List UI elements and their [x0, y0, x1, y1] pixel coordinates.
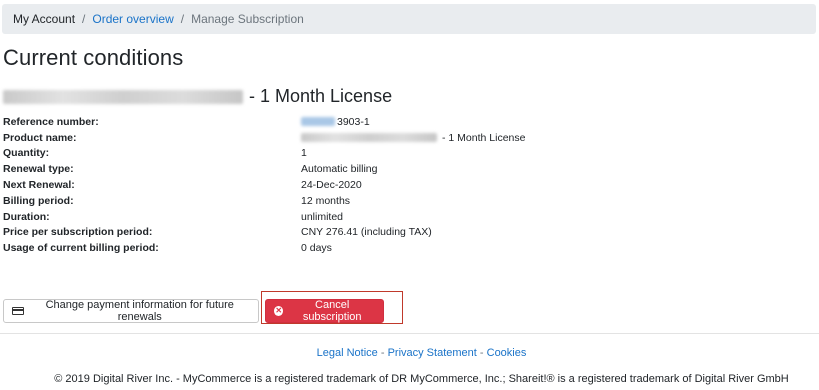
- change-payment-label: Change payment information for future re…: [45, 299, 234, 323]
- detail-label: Usage of current billing period:: [3, 242, 159, 255]
- reference-number-link[interactable]: 3903-1: [301, 116, 370, 128]
- detail-row-billing-period: Billing period: 12 months: [3, 193, 603, 209]
- license-title: - 1 Month License: [3, 86, 392, 107]
- license-title-suffix: - 1 Month License: [249, 86, 393, 106]
- detail-value: - 1 Month License: [442, 131, 526, 144]
- privacy-statement-link[interactable]: Privacy Statement: [388, 347, 477, 359]
- breadcrumb-separator: /: [180, 12, 185, 26]
- detail-value: Automatic billing: [301, 163, 378, 176]
- detail-row-quantity: Quantity: 1: [3, 146, 603, 162]
- detail-label: Reference number:: [3, 115, 99, 128]
- detail-value: CNY 276.41 (including TAX): [301, 226, 432, 239]
- footer-separator: -: [380, 347, 388, 359]
- detail-row-duration: Duration: unlimited: [3, 209, 603, 225]
- detail-label: Renewal type:: [3, 163, 74, 176]
- detail-value: 0 days: [301, 242, 332, 255]
- change-payment-button[interactable]: Change payment information for future re…: [3, 299, 259, 323]
- detail-row-price: Price per subscription period: CNY 276.4…: [3, 225, 603, 241]
- detail-label: Next Renewal:: [3, 179, 75, 192]
- detail-label: Duration:: [3, 210, 50, 223]
- breadcrumb-my-account[interactable]: My Account: [13, 12, 75, 26]
- breadcrumb-order-overview-link[interactable]: Order overview: [92, 12, 173, 26]
- copyright-text: © 2019 Digital River Inc. - MyCommerce i…: [54, 373, 789, 385]
- page-title: Current conditions: [3, 45, 184, 70]
- detail-value: 24-Dec-2020: [301, 179, 362, 192]
- footer-links: Legal Notice - Privacy Statement - Cooki…: [0, 347, 819, 359]
- legal-notice-link[interactable]: Legal Notice: [317, 347, 378, 359]
- redacted-reference-prefix: [301, 117, 335, 127]
- subscription-details: Reference number: 3903-1 Product name: -…: [3, 114, 603, 256]
- detail-value-wrap: - 1 Month License: [301, 132, 525, 144]
- detail-label: Price per subscription period:: [3, 226, 153, 239]
- detail-row-product-name: Product name: - 1 Month License: [3, 130, 603, 146]
- detail-row-usage: Usage of current billing period: 0 days: [3, 240, 603, 256]
- detail-label: Billing period:: [3, 194, 74, 207]
- cancel-subscription-label: Cancel subscription: [302, 299, 362, 323]
- detail-label: Quantity:: [3, 147, 50, 160]
- detail-row-renewal-type: Renewal type: Automatic billing: [3, 161, 603, 177]
- redacted-product-name: [3, 89, 243, 104]
- footer-separator: -: [479, 347, 487, 359]
- detail-row-next-renewal: Next Renewal: 24-Dec-2020: [3, 177, 603, 193]
- breadcrumb-separator: /: [82, 12, 86, 26]
- detail-value: 1: [301, 147, 307, 160]
- times-circle-icon: ✕: [274, 306, 284, 316]
- detail-value: 12 months: [301, 194, 351, 207]
- detail-value: 3903-1: [337, 115, 370, 128]
- breadcrumb: My Account / Order overview / Manage Sub…: [2, 4, 816, 34]
- detail-value: unlimited: [301, 210, 344, 223]
- credit-card-icon: [12, 307, 24, 315]
- manage-subscription-page: My Account / Order overview / Manage Sub…: [0, 0, 819, 390]
- breadcrumb-current: Manage Subscription: [191, 12, 304, 26]
- cookies-link[interactable]: Cookies: [487, 347, 527, 359]
- cancel-subscription-button[interactable]: ✕ Cancel subscription: [265, 299, 384, 323]
- detail-label: Product name:: [3, 131, 77, 144]
- redacted-product-name: [301, 133, 437, 143]
- detail-row-reference-number: Reference number: 3903-1: [3, 114, 603, 130]
- divider: [0, 333, 819, 334]
